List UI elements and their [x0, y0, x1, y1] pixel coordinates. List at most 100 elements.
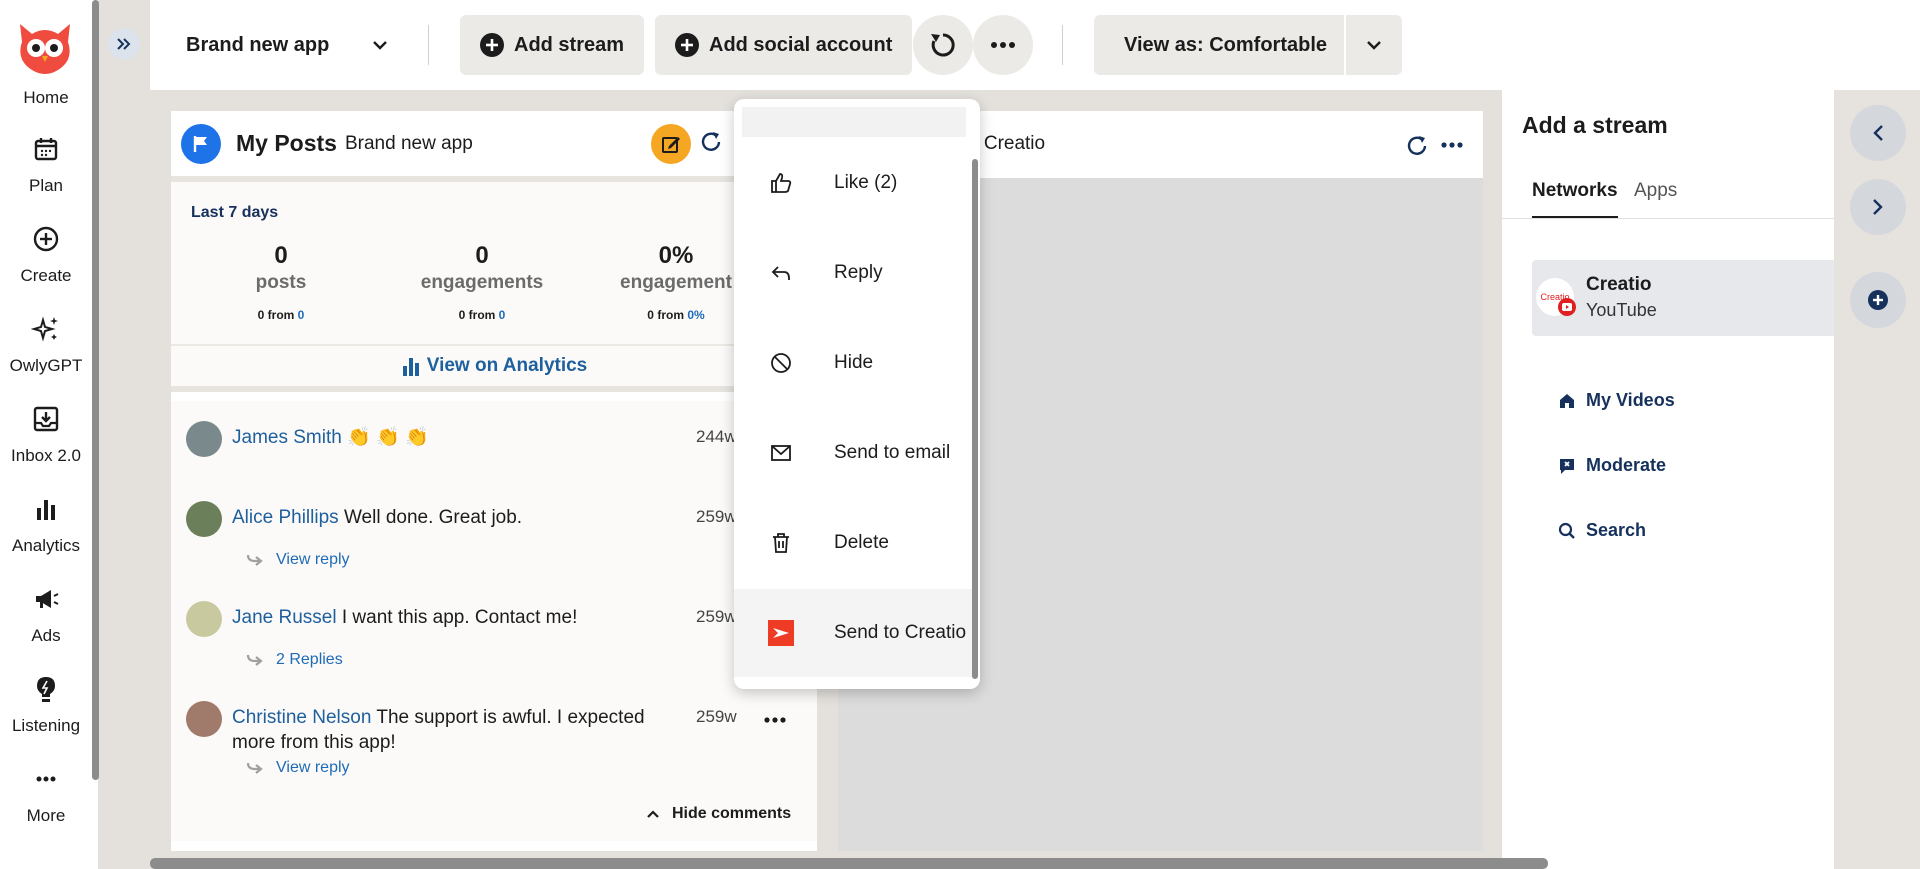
- replies-link[interactable]: 2 Replies: [246, 651, 343, 669]
- comment-text: I want this app. Contact me!: [341, 607, 578, 628]
- tab-networks[interactable]: Networks: [1532, 180, 1618, 219]
- stat-name: engagements: [420, 272, 544, 293]
- moderate-icon: [1560, 458, 1574, 474]
- nav-owlygpt[interactable]: OwlyGPT: [0, 314, 92, 376]
- chevron-left-icon: [1873, 125, 1883, 141]
- view-as-selector[interactable]: View as: Comfortable: [1094, 15, 1402, 75]
- chevron-down-icon: [373, 41, 388, 50]
- comment-author[interactable]: Christine Nelson: [232, 707, 371, 728]
- add-social-account-label: Add social account: [709, 33, 893, 56]
- lightbulb-icon: [37, 677, 55, 702]
- next-button[interactable]: [1850, 179, 1906, 235]
- app-selector[interactable]: Brand new app: [186, 16, 389, 74]
- stream-header: My Posts Brand new app: [171, 111, 817, 176]
- nav-inbox[interactable]: Inbox 2.0: [0, 404, 92, 466]
- bar-chart-icon: [37, 500, 55, 520]
- menu-item-delete[interactable]: Delete: [734, 499, 972, 587]
- divider: [428, 25, 429, 65]
- hide-comments-button[interactable]: Hide comments: [646, 805, 791, 823]
- avatar[interactable]: [186, 421, 222, 457]
- panel-title: Add a stream: [1522, 112, 1668, 138]
- comment-text: 👏 👏 👏: [347, 427, 429, 448]
- menu-item-send-to-email[interactable]: Send to email: [734, 409, 972, 497]
- menu-item-reply[interactable]: Reply: [734, 229, 972, 317]
- replies-label: 2 Replies: [276, 651, 343, 668]
- search-label: Search: [1586, 520, 1647, 540]
- comment-author[interactable]: James Smith: [232, 427, 342, 448]
- add-button[interactable]: [1850, 272, 1906, 328]
- stat-engagements: 0 engagements 0 from 0: [402, 242, 562, 322]
- mail-icon: [766, 438, 796, 468]
- plus-circle-icon: [480, 33, 504, 57]
- add-social-account-button[interactable]: Add social account: [655, 15, 913, 75]
- comment-author[interactable]: Alice Phillips: [232, 507, 339, 528]
- stat-value: 0: [274, 242, 288, 269]
- menu-item-label: Hide: [834, 352, 874, 373]
- nav-analytics[interactable]: Analytics: [0, 494, 92, 556]
- comments-list: James Smith 👏 👏 👏 244w Alice Phillips We…: [171, 401, 817, 841]
- compose-button[interactable]: [651, 124, 691, 164]
- owl-logo-icon[interactable]: [16, 20, 74, 76]
- double-chevron-right-icon: [117, 38, 131, 50]
- thumbs-up-icon: [766, 168, 796, 198]
- comment-age: 259w: [696, 707, 737, 726]
- add-stream-panel: Add a stream Networks Apps Creatio Creat…: [1502, 90, 1834, 869]
- stat-from: 0 from 0%: [647, 308, 705, 322]
- comment-author[interactable]: Jane Russel: [232, 607, 337, 628]
- refresh-icon: [931, 33, 955, 57]
- menu-item-label: Reply: [834, 262, 883, 283]
- flag-icon: [181, 123, 221, 164]
- my-videos-link[interactable]: My Videos: [1558, 390, 1675, 411]
- add-stream-label: Add stream: [514, 33, 625, 56]
- more-horizontal-icon[interactable]: [764, 717, 786, 723]
- avatar[interactable]: [186, 501, 222, 537]
- home-icon: [1560, 393, 1574, 408]
- more-options-button[interactable]: [973, 15, 1033, 75]
- nav-create[interactable]: Create: [0, 224, 92, 286]
- refresh-icon[interactable]: [698, 129, 724, 155]
- view-reply-link[interactable]: View reply: [246, 759, 350, 777]
- creatio-icon: [766, 618, 796, 648]
- chevron-up-icon: [647, 810, 659, 818]
- comment-body: Jane Russel I want this app. Contact me!: [232, 605, 692, 630]
- stat-name: engagement: [620, 272, 732, 293]
- view-as-dropdown-button[interactable]: [1344, 15, 1402, 75]
- avatar[interactable]: [186, 601, 222, 637]
- view-on-analytics-link[interactable]: View on Analytics: [171, 344, 817, 392]
- nav-plan[interactable]: Plan: [0, 134, 92, 196]
- search-link[interactable]: Search: [1558, 520, 1646, 541]
- reply-arrow-icon: [246, 762, 263, 774]
- plus-circle-icon: [675, 33, 699, 57]
- avatar[interactable]: [186, 701, 222, 737]
- right-rail: [1834, 90, 1920, 869]
- trash-icon: [766, 528, 796, 558]
- collapse-left-button[interactable]: [1850, 105, 1906, 161]
- view-reply-label: View reply: [276, 551, 350, 568]
- add-stream-button[interactable]: Add stream: [460, 15, 645, 75]
- moderate-link[interactable]: Moderate: [1558, 455, 1666, 476]
- refresh-all-button[interactable]: [913, 15, 973, 75]
- menu-scrollbar[interactable]: [972, 159, 978, 679]
- comment-body: James Smith 👏 👏 👏: [232, 425, 692, 450]
- nav-scrollbar[interactable]: [92, 0, 99, 780]
- nav-more[interactable]: More: [0, 764, 92, 826]
- bar-chart-icon: [402, 358, 419, 376]
- plus-circle-icon: [1868, 290, 1888, 310]
- menu-item-like[interactable]: Like (2): [734, 139, 972, 227]
- nav-ads[interactable]: Ads: [0, 584, 92, 646]
- comment-text: Well done. Great job.: [343, 507, 523, 528]
- menu-item-hide[interactable]: Hide: [734, 319, 972, 407]
- nav-listening[interactable]: Listening: [0, 674, 92, 736]
- youtube-icon: [1558, 298, 1576, 316]
- nav-home[interactable]: Home: [0, 88, 92, 108]
- expand-nav-button[interactable]: [108, 28, 140, 60]
- menu-item-send-to-creatio[interactable]: Send to Creatio: [734, 589, 972, 677]
- horizontal-scrollbar[interactable]: [150, 858, 1548, 869]
- app-account-card[interactable]: Creatio Creatio YouTube: [1532, 260, 1834, 336]
- nav-plan-label: Plan: [28, 176, 64, 195]
- more-horizontal-icon[interactable]: [1441, 142, 1463, 148]
- refresh-icon[interactable]: [1404, 133, 1430, 159]
- view-reply-link[interactable]: View reply: [246, 551, 350, 569]
- tab-apps[interactable]: Apps: [1634, 180, 1677, 202]
- edit-icon: [662, 137, 680, 153]
